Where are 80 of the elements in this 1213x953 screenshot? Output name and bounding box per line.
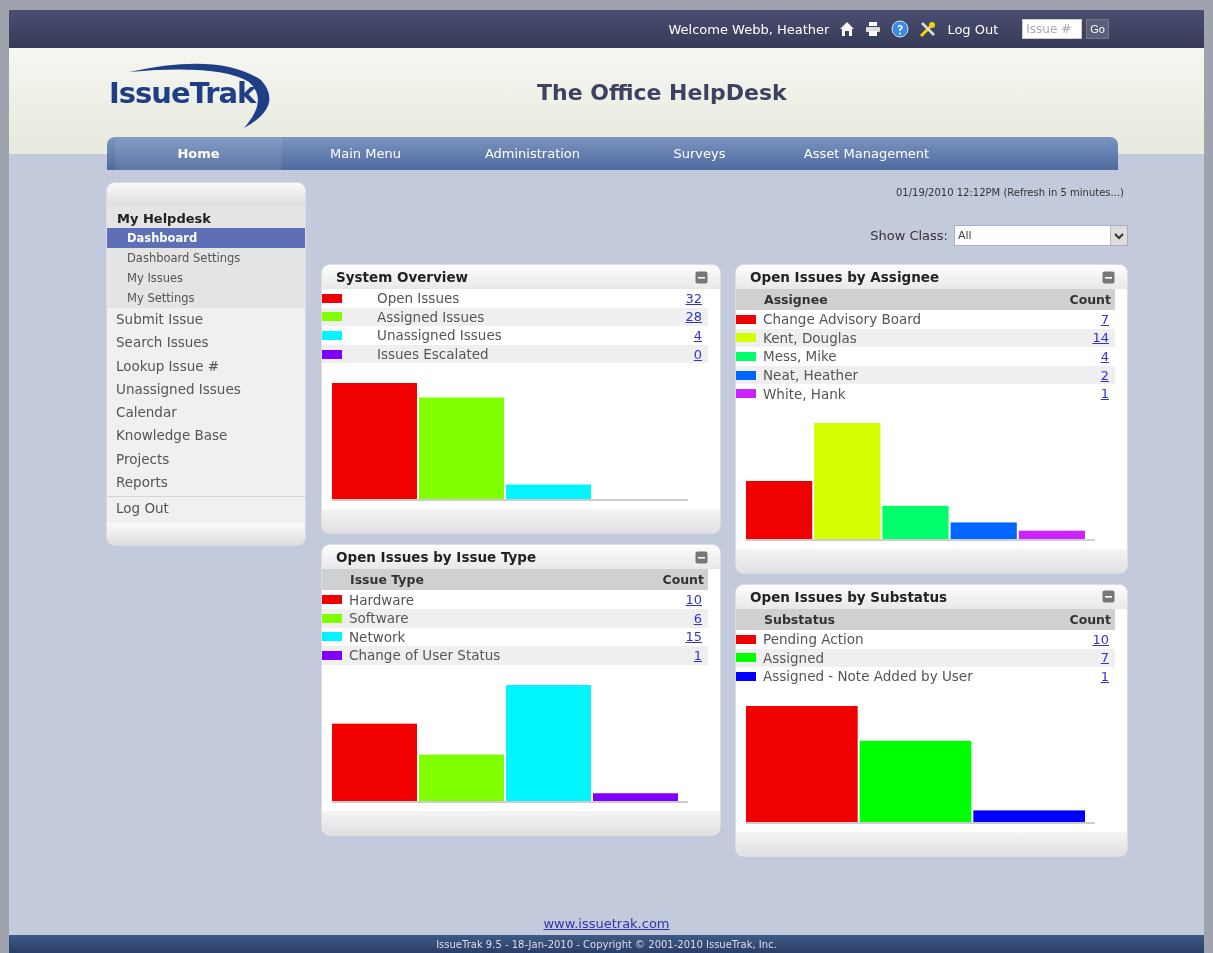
sidebar-item[interactable]: Knowledge Base (107, 424, 305, 448)
column-header: Assignee (764, 292, 828, 307)
printer-icon[interactable] (865, 21, 882, 37)
sidebar-subitem[interactable]: Dashboard (107, 228, 305, 248)
row-label: Assigned (763, 649, 826, 666)
nav-tab[interactable]: Administration (449, 137, 616, 170)
row-label: Network (349, 628, 407, 645)
count-link[interactable]: 28 (685, 309, 708, 325)
count-link[interactable]: 10 (685, 592, 708, 608)
welcome-text: Welcome Webb, Heather (668, 21, 830, 37)
minimize-icon[interactable] (1102, 590, 1115, 604)
row-label: White, Hank (763, 385, 847, 402)
count-link[interactable]: 1 (1100, 668, 1115, 684)
sidebar-item[interactable]: Submit Issue (107, 308, 305, 332)
site-title: The Office HelpDesk (537, 80, 787, 105)
minimize-icon[interactable] (1102, 270, 1115, 284)
count-link[interactable]: 4 (693, 328, 708, 343)
sidebar-item[interactable]: Lookup Issue # (107, 354, 305, 378)
sidebar-subitem[interactable]: Dashboard Settings (107, 248, 305, 268)
column-header: Count (662, 572, 704, 588)
sidebar-item[interactable]: Reports (107, 471, 305, 495)
nav-tab[interactable]: Main Menu (282, 137, 449, 170)
column-header: Count (1069, 292, 1111, 307)
count-link[interactable]: 32 (685, 290, 708, 306)
count-link[interactable]: 0 (693, 346, 708, 362)
tools-icon[interactable] (919, 20, 938, 38)
row-label: Software (349, 610, 410, 627)
sidebar-item[interactable]: Unassigned Issues (107, 377, 305, 402)
row-label: Hardware (349, 591, 416, 608)
sidebar-item[interactable]: Projects (107, 447, 305, 472)
row-label: Neat, Heather (763, 367, 859, 384)
count-link[interactable]: 2 (1100, 367, 1115, 383)
count-link[interactable]: 10 (1092, 631, 1115, 647)
count-link[interactable]: 1 (1100, 386, 1115, 402)
sidebar-subitem[interactable]: My Settings (107, 288, 305, 308)
count-link[interactable]: 7 (1100, 311, 1115, 327)
row-label: Mess, Mike (763, 348, 838, 365)
issue-number-field[interactable]: Issue # (1022, 19, 1083, 39)
copyright-text: IssueTrak 9.5 - 18-Jan-2010 - Copyright © 2001-2010 IssueTrak, Inc. (436, 938, 777, 950)
sidebar-item[interactable]: Search Issues (107, 331, 305, 355)
sidebar-subitem[interactable]: My Issues (107, 268, 305, 288)
count-link[interactable]: 4 (1100, 349, 1115, 364)
row-label: Kent, Douglas (763, 329, 858, 346)
nav-tab[interactable]: Asset Management (783, 137, 950, 170)
count-link[interactable]: 7 (1100, 650, 1115, 666)
row-label: Unassigned Issues (376, 327, 503, 344)
logout-link[interactable]: Log Out (947, 21, 999, 37)
row-label: Change of User Status (349, 647, 502, 664)
help-icon[interactable] (891, 20, 910, 38)
show-class-select[interactable]: All (954, 225, 1128, 246)
row-label: Assigned - Note Added by User (763, 668, 974, 685)
row-label: Issues Escalated (376, 346, 490, 363)
row-label: Open Issues (376, 290, 461, 307)
minimize-icon[interactable] (695, 270, 708, 284)
dropdown-caret-icon[interactable] (1110, 226, 1127, 245)
sidebar-item[interactable]: Log Out (107, 497, 305, 521)
show-class-label: Show Class: (870, 228, 948, 243)
count-link[interactable]: 1 (693, 647, 708, 663)
column-header: Issue Type (350, 572, 424, 588)
count-link[interactable]: 15 (685, 629, 708, 645)
home-icon[interactable] (839, 21, 856, 37)
count-link[interactable]: 14 (1092, 330, 1115, 346)
row-label: Change Advisory Board (763, 311, 923, 328)
sidebar-section-title: My Helpdesk (107, 205, 305, 228)
sidebar-item[interactable]: Calendar (107, 401, 305, 425)
refresh-timestamp: 01/19/2010 12:12PM (Refresh in 5 minutes...) (894, 186, 1125, 200)
website-link[interactable]: www.issuetrak.com (543, 916, 670, 931)
panel-title: Open Issues by Substatus (750, 588, 948, 605)
nav-tab[interactable]: Surveys (616, 137, 783, 170)
panel-title: Open Issues by Issue Type (336, 549, 537, 566)
column-header: Count (1069, 611, 1111, 627)
count-link[interactable]: 6 (693, 610, 708, 626)
panel-title: Open Issues by Assignee (750, 269, 940, 285)
nav-tab[interactable]: Home (115, 137, 282, 170)
row-label: Assigned Issues (376, 308, 486, 325)
minimize-icon[interactable] (695, 550, 708, 564)
panel-title: System Overview (336, 269, 469, 285)
go-button[interactable]: Go (1086, 19, 1109, 39)
row-label: Pending Action (763, 631, 865, 648)
column-header: Substatus (764, 611, 835, 627)
